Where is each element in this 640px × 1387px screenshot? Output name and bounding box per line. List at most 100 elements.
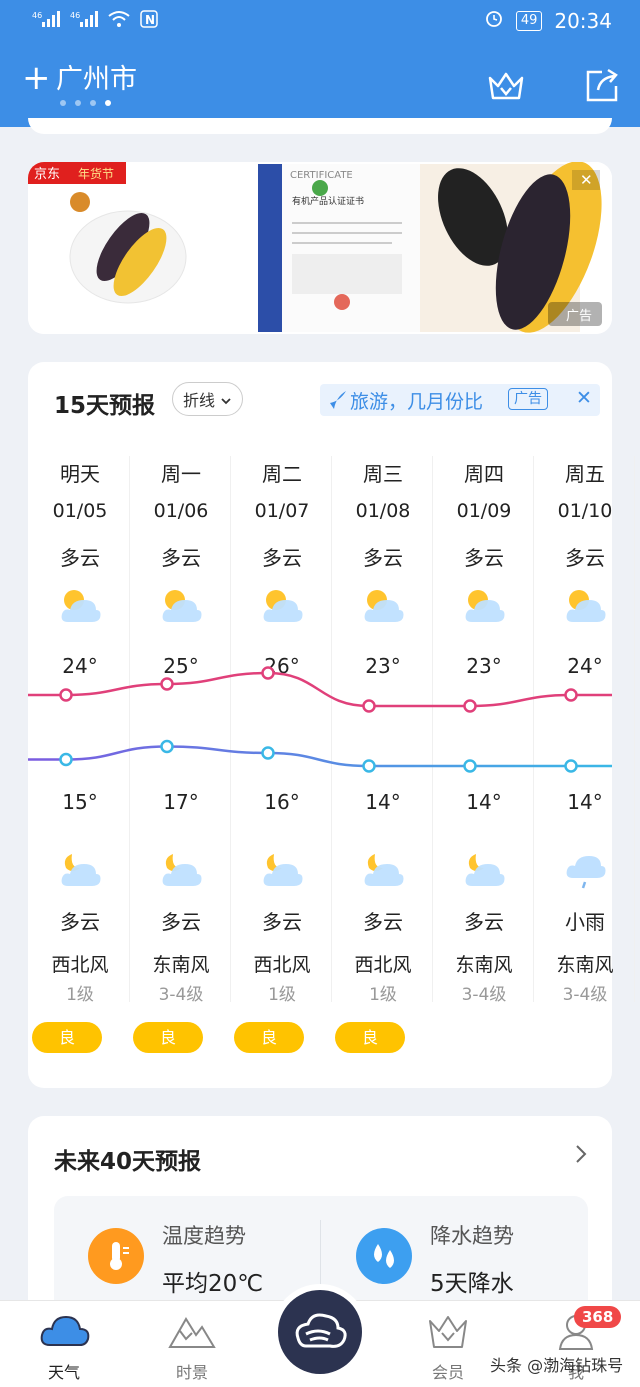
status-right: 49 20:34: [484, 8, 612, 33]
day-condition: 多云: [363, 546, 403, 570]
forecast-15-day-card: 15天预报 折线 旅游，几月份比 广告 ✕ 明天 01/05 多云 24° 15° 多云西…: [28, 362, 635, 1088]
day-name: 周一: [161, 462, 201, 486]
page-dot: [90, 100, 96, 106]
day-date: 01/09: [456, 500, 512, 522]
rocket-icon: [326, 389, 348, 416]
high-temp-point: [463, 699, 477, 713]
center-weather-button[interactable]: [278, 1290, 362, 1374]
nav-item-scenes[interactable]: 时景: [142, 1301, 242, 1387]
forecast-40-day-card[interactable]: 未来40天预报 温度趋势 平均20℃ 降水趋势 5天降水: [28, 1116, 612, 1316]
aqi-badge[interactable]: 良: [234, 1022, 304, 1053]
raindrop-icon: [356, 1228, 412, 1288]
wind-level: 3-4级: [158, 985, 204, 1005]
low-temp: 17°: [163, 790, 199, 814]
page-indicator: [60, 100, 111, 106]
partly-cloudy-night-icon: [462, 850, 506, 894]
day-condition: 多云: [161, 546, 201, 570]
night-condition: 多云: [161, 910, 201, 934]
wind-level: 1级: [268, 985, 296, 1005]
aqi-badge[interactable]: 良: [32, 1022, 102, 1053]
partly-cloudy-day-icon: [260, 586, 304, 630]
temp-trend-value: 平均20℃: [162, 1271, 264, 1297]
day-name: 明天: [60, 462, 100, 486]
partly-cloudy-day-icon: [563, 586, 607, 630]
low-temp-point: [564, 759, 578, 773]
previous-card-edge: [28, 118, 612, 134]
battery-indicator: 49: [515, 10, 543, 31]
aqi-badge[interactable]: 良: [133, 1022, 203, 1053]
day-date: 01/05: [52, 500, 108, 522]
signal-icon: 46: [70, 10, 98, 32]
day-date: 01/07: [254, 500, 310, 522]
day-name: 周三: [363, 462, 403, 486]
travel-promo-banner[interactable]: 旅游，几月份比 广告 ✕: [320, 384, 600, 416]
view-mode-dropdown[interactable]: 折线: [172, 382, 244, 416]
night-condition: 小雨: [565, 910, 605, 934]
low-temp-point: [362, 759, 376, 773]
crown-icon: [426, 1313, 470, 1355]
forecast40-title: 未来40天预报: [54, 1149, 202, 1175]
nav-item-weather[interactable]: 天气: [14, 1301, 114, 1387]
share-icon[interactable]: [582, 66, 622, 106]
low-temp: 15°: [62, 790, 98, 814]
wind-direction: 东南风: [152, 954, 210, 976]
wind-direction: 西北风: [253, 954, 311, 976]
ad-banner[interactable]: 京东 年货节 CERTIFICATE 有机产品认证证书 ✕ 广告: [28, 162, 612, 334]
low-temp-point: [261, 746, 275, 760]
rain-trend-value: 5天降水: [430, 1271, 514, 1297]
crown-icon[interactable]: [486, 66, 526, 106]
signal-icon: 46: [32, 10, 60, 32]
day-condition: 多云: [464, 546, 504, 570]
low-temp-point: [160, 739, 174, 754]
view-mode-label: 折线: [183, 391, 216, 410]
thermometer-icon: [88, 1228, 144, 1288]
promo-close-button[interactable]: ✕: [576, 387, 592, 409]
night-condition: 多云: [464, 910, 504, 934]
low-temp-point: [463, 759, 477, 773]
temp-trend-label: 温度趋势: [162, 1224, 246, 1248]
promo-ad-tag: 广告: [508, 388, 548, 410]
low-temp: 14°: [466, 790, 502, 814]
status-left: 46 46 N: [32, 10, 158, 32]
city-name[interactable]: 广州市: [56, 62, 137, 98]
high-temp-point: [261, 666, 275, 680]
night-condition: 多云: [262, 910, 302, 934]
clock: 20:34: [554, 8, 612, 33]
day-name: 周二: [262, 462, 302, 486]
wind-direction: 东南风: [556, 954, 614, 976]
header: 46 46 N 49 20:34 + 广州市: [0, 0, 640, 127]
wind-direction: 西北风: [51, 954, 109, 976]
aqi-badge[interactable]: 良: [335, 1022, 405, 1053]
alarm-icon: [484, 8, 504, 33]
light-rain-icon: [563, 850, 607, 898]
low-temp: 16°: [264, 790, 300, 814]
cert-subtitle: 有机产品认证证书: [292, 195, 364, 207]
high-temp-point: [564, 688, 578, 702]
chevron-right-icon[interactable]: [574, 1142, 588, 1172]
high-temp-point: [59, 688, 73, 702]
wind-level: 3-4级: [562, 985, 608, 1005]
high-temp-point: [362, 699, 376, 713]
high-temp-point: [160, 677, 174, 691]
svg-text:N: N: [145, 13, 155, 27]
low-temp-line: [28, 745, 612, 768]
svg-text:46: 46: [32, 11, 42, 20]
nav-item-membership[interactable]: 会员: [398, 1301, 498, 1387]
nfc-icon: N: [140, 10, 158, 32]
ad-images: 京东 年货节 CERTIFICATE 有机产品认证证书 ✕ 广告: [28, 162, 612, 334]
partly-cloudy-day-icon: [361, 586, 405, 630]
low-temp: 14°: [567, 790, 603, 814]
wind-direction: 东南风: [455, 954, 513, 976]
page-dot: [60, 100, 66, 106]
divider: [320, 1220, 321, 1300]
watermark: 头条 @渤海钻珠号: [490, 1356, 624, 1375]
day-date: 01/08: [355, 500, 411, 522]
cert-title: CERTIFICATE: [290, 170, 353, 181]
day-condition: 多云: [60, 546, 100, 570]
nav-label: 天气: [47, 1363, 80, 1382]
brand-tag: 年货节: [78, 166, 114, 181]
brand-label: 京东: [34, 167, 60, 182]
notification-badge: 368: [574, 1306, 622, 1328]
add-city-button[interactable]: +: [22, 60, 51, 96]
svg-text:46: 46: [70, 11, 80, 20]
